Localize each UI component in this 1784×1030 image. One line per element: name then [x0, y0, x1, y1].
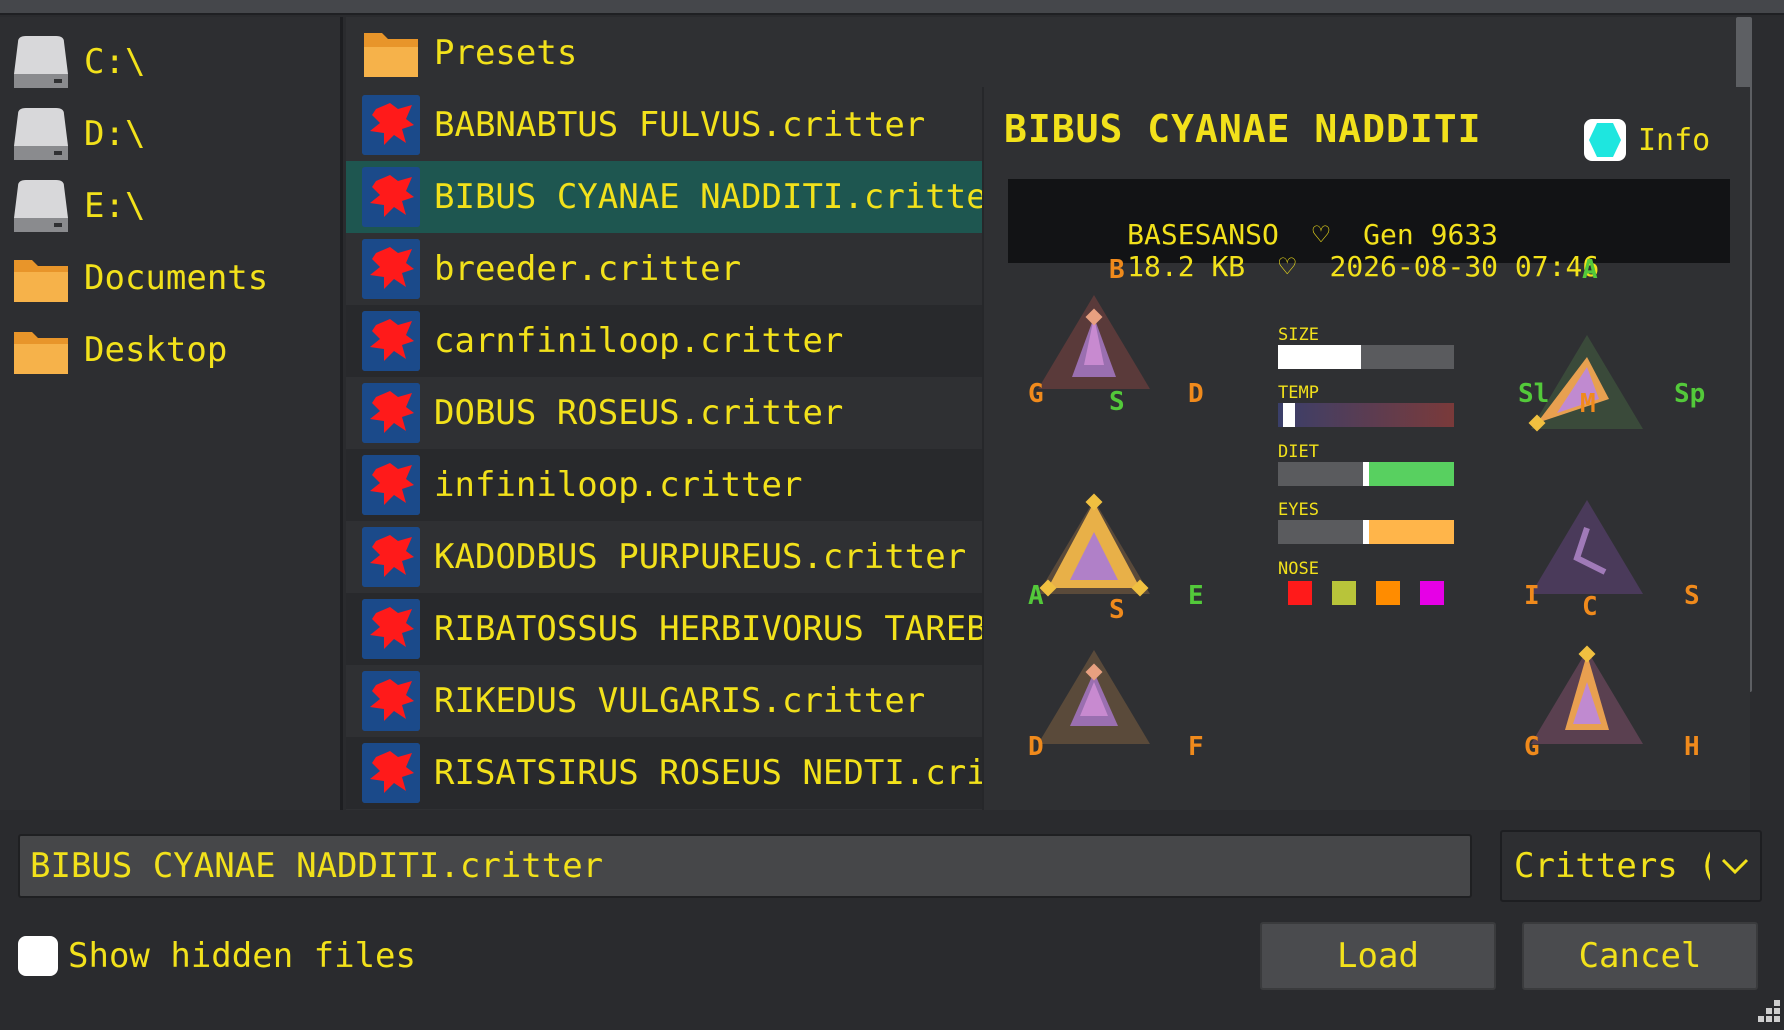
gene-triangle: [1531, 500, 1643, 594]
gene-label: E: [1188, 581, 1204, 611]
critter-icon: [362, 383, 420, 443]
critter-icon: [362, 599, 420, 659]
critter-icon: [362, 239, 420, 299]
diet-bar-fill: [1366, 462, 1454, 486]
gene-label: A: [1028, 581, 1044, 611]
drive-icon: [14, 180, 68, 232]
nose-color-swatch: [1420, 581, 1444, 605]
show-hidden-label: Show hidden files: [68, 936, 416, 976]
critter-title: BIBUS CYANAE NADDITI: [1004, 107, 1482, 151]
sidebar-item-documents[interactable]: Documents: [0, 242, 340, 314]
critter-icon: [362, 743, 420, 803]
folder-icon: [364, 33, 418, 77]
chevron-down-icon: [1721, 858, 1749, 875]
file-name: carnfiniloop.critter: [434, 321, 844, 361]
sidebar-item-e-drive[interactable]: E:\: [0, 170, 340, 242]
gene-label: S: [1109, 595, 1125, 625]
drive-icon: [14, 36, 68, 88]
gene-triangle: [1038, 295, 1150, 389]
temp-marker: [1283, 403, 1296, 427]
file-name: infiniloop.critter: [434, 465, 803, 505]
critter-info-panel: BIBUS CYANAE NADDITI Info BASESANSO ♡ Ge…: [982, 87, 1750, 810]
show-hidden-checkbox[interactable]: [18, 936, 58, 976]
gene-triangle: [1038, 493, 1150, 597]
diet-marker: [1363, 462, 1369, 486]
file-date: 2026-08-30 07:46: [1329, 250, 1600, 283]
sidebar-item-desktop[interactable]: Desktop: [0, 314, 340, 386]
sidebar-item-label: Documents: [84, 258, 269, 298]
critter-icon: [362, 527, 420, 587]
sidebar-item-label: C:\: [84, 42, 146, 82]
sidebar-item-c-drive[interactable]: C:\: [0, 26, 340, 98]
eyes-label: EYES: [1278, 500, 1319, 520]
critter-icon: [362, 671, 420, 731]
diet-label: DIET: [1278, 442, 1319, 462]
nose-color-swatch: [1332, 581, 1356, 605]
file-name: breeder.critter: [434, 249, 742, 289]
title-bar: [0, 0, 1784, 15]
file-name: Presets: [434, 33, 578, 73]
eyes-marker: [1363, 520, 1369, 544]
critter-icon: [362, 95, 420, 155]
size-bar: [1278, 345, 1454, 369]
file-type-select[interactable]: Critters (: [1500, 830, 1762, 902]
size-bar-fill: [1278, 345, 1361, 369]
sidebar-item-d-drive[interactable]: D:\: [0, 98, 340, 170]
gene-label: H: [1684, 732, 1700, 762]
gene-label: S: [1684, 581, 1700, 611]
nose-color-swatch: [1288, 581, 1312, 605]
file-type-value: Critters (: [1514, 846, 1710, 886]
gene-label: F: [1188, 732, 1204, 762]
file-name: BABNABTUS FULVUS.critter: [434, 105, 926, 145]
info-toggle[interactable]: [1584, 119, 1626, 161]
gene-label: C: [1582, 592, 1598, 622]
file-name: BIBUS CYANAE NADDITI.critter: [434, 177, 1008, 217]
gene-label: Sl: [1518, 379, 1550, 409]
file-name: KADODBUS PURPUREUS.critter: [434, 537, 967, 577]
nose-label: NOSE: [1278, 559, 1319, 579]
gene-label: G: [1028, 379, 1044, 409]
diet-bar: [1278, 462, 1454, 486]
file-name: RISATSIRUS ROSEUS NEDTI.critter: [434, 753, 1069, 793]
gene-label: G: [1524, 732, 1540, 762]
gene-triangle: [1038, 650, 1150, 744]
hexagon-icon: [1589, 123, 1621, 157]
gene-label: Sp: [1674, 379, 1706, 409]
critter-icon: [362, 311, 420, 371]
eyes-bar-fill: [1366, 520, 1454, 544]
gene-label: S: [1109, 387, 1125, 417]
gene-triangle: [1531, 645, 1643, 744]
sidebar-item-label: E:\: [84, 186, 146, 226]
critter-metadata: BASESANSO ♡ Gen 9633 18.2 KB ♡ 2026-08-3…: [1008, 179, 1730, 283]
critter-icon: [362, 455, 420, 515]
filename-input[interactable]: [18, 834, 1472, 898]
sidebar-item-label: Desktop: [84, 330, 228, 370]
resize-grip-icon[interactable]: [1752, 994, 1782, 1026]
info-toggle-label: Info: [1638, 123, 1711, 158]
gene-label: M: [1580, 389, 1596, 419]
heart-icon: ♡: [1278, 250, 1296, 283]
sidebar-item-label: D:\: [84, 114, 146, 154]
folder-icon: [14, 332, 68, 374]
critter-icon: [362, 167, 420, 227]
load-button[interactable]: Load: [1260, 922, 1496, 990]
sidebar: C:\ D:\ E:\ Documents Desktop: [0, 17, 343, 810]
gene-label: D: [1028, 732, 1044, 762]
folder-icon: [14, 260, 68, 302]
gene-label: D: [1188, 379, 1204, 409]
file-row-folder[interactable]: Presets: [346, 17, 1736, 89]
temp-bar: [1278, 403, 1454, 427]
temp-label: TEMP: [1278, 383, 1319, 403]
eyes-bar: [1278, 520, 1454, 544]
file-name: RIKEDUS VULGARIS.critter: [434, 681, 926, 721]
gene-label: I: [1524, 581, 1540, 611]
gene-label: B: [1109, 255, 1125, 285]
size-label: SIZE: [1278, 325, 1319, 345]
file-name: DOBUS ROSEUS.critter: [434, 393, 844, 433]
file-size: 18.2 KB: [1127, 250, 1246, 283]
nose-color-swatch: [1376, 581, 1400, 605]
drive-icon: [14, 108, 68, 160]
gene-label: A: [1582, 255, 1598, 285]
cancel-button[interactable]: Cancel: [1522, 922, 1758, 990]
